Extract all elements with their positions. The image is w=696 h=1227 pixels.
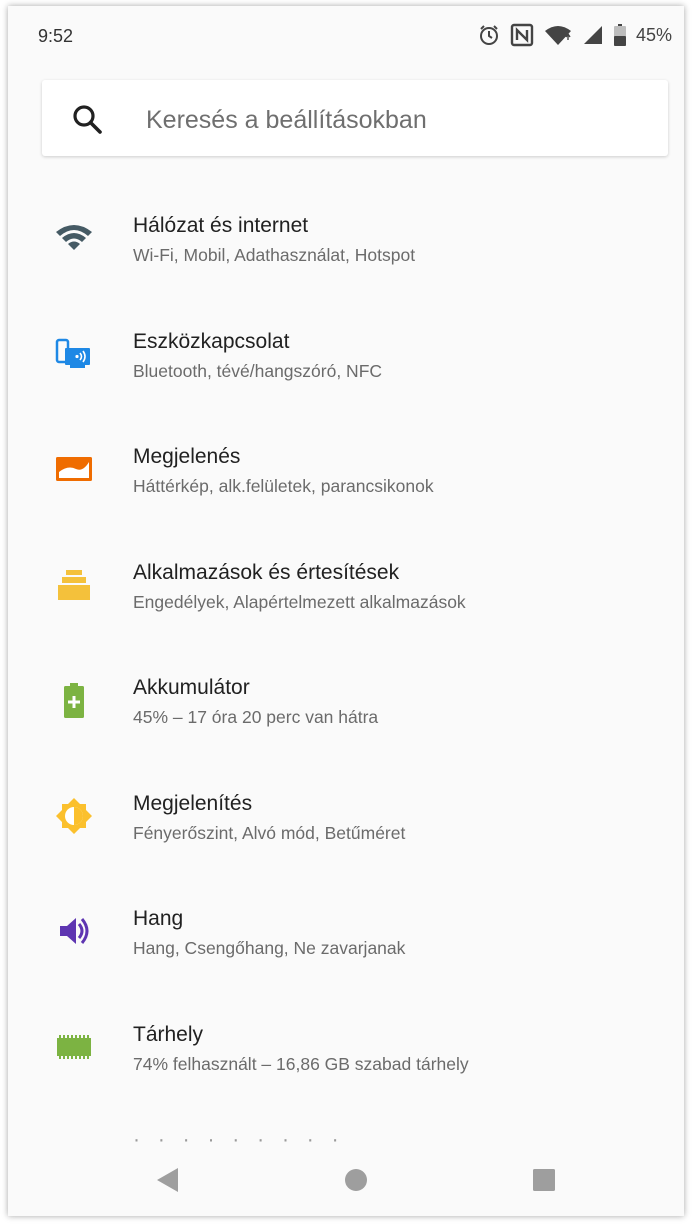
settings-item-apps[interactable]: Alkalmazások és értesítések Engedélyek, … [8,525,684,641]
back-icon[interactable] [154,1166,180,1194]
settings-item-sound[interactable]: Hang Hang, Csengőhang, Ne zavarjanak [8,871,684,987]
settings-item-title: Megjelenítés [133,791,253,815]
battery-icon [54,680,94,720]
settings-list: Hálózat és internet Wi-Fi, Mobil, Adatha… [8,178,684,1102]
battery-percent: 45% [635,24,672,45]
search-icon[interactable] [72,104,102,134]
alarm-icon [478,24,500,46]
apps-icon [54,565,94,605]
settings-item-summary: Háttérkép, alk.felületek, parancsikonok [133,476,434,496]
settings-item-display[interactable]: Megjelenítés Fényerőszint, Alvó mód, Bet… [8,756,684,872]
settings-item-summary: Fényerőszint, Alvó mód, Betűméret [133,822,406,843]
settings-item-summary: Wi-Fi, Mobil, Adathasználat, Hotspot [133,245,416,265]
wallpaper-icon [54,449,94,489]
status-bar: 9:52 45% [8,6,684,66]
volume-icon [54,911,94,951]
settings-item-connected-devices[interactable]: Eszközkapcsolat Bluetooth, tévé/hangszór… [8,294,684,410]
settings-item-storage[interactable]: Tárhely 74% felhasznált – 16,86 GB szaba… [8,987,684,1103]
storage-icon [54,1027,94,1067]
search-bar[interactable]: Keresés a beállításokban [42,80,668,156]
settings-item-title: Megjelenés [133,445,241,468]
settings-screen: 9:52 45% Keresés a beállításokban Hálóza… [8,6,684,1216]
connected-devices-icon [54,334,94,374]
settings-item-title: Tárhely [133,1022,204,1046]
search-placeholder[interactable]: Keresés a beállításokban [146,106,427,135]
settings-item-title: Alkalmazások és értesítések [133,560,400,584]
signal-icon [582,24,604,46]
brightness-icon [54,796,94,836]
settings-item-title: Eszközkapcsolat [133,329,290,353]
status-time: 9:52 [38,26,74,46]
battery-icon [613,24,626,46]
settings-item-summary: Bluetooth, tévé/hangszóró, NFC [133,360,383,381]
settings-item-summary: Engedélyek, Alapértelmezett alkalmazások [133,591,466,612]
settings-item-summary: Hang, Csengőhang, Ne zavarjanak [133,938,406,958]
nfc-icon [510,23,534,47]
settings-item-title: Akkumulátor [133,676,250,699]
home-icon[interactable] [344,1168,368,1192]
recents-icon[interactable] [532,1168,556,1192]
status-icons: 45% [478,22,672,48]
settings-item-battery[interactable]: Akkumulátor 45% – 17 óra 20 perc van hát… [8,640,684,756]
settings-item-title: Hang [133,907,184,930]
wifi-icon [544,24,572,46]
settings-item-appearance[interactable]: Megjelenés Háttérkép, alk.felületek, par… [8,409,684,525]
navigation-bar [8,1142,684,1216]
settings-item-summary: 45% – 17 óra 20 perc van hátra [133,707,379,727]
settings-item-summary: 74% felhasznált – 16,86 GB szabad tárhel… [133,1053,469,1074]
settings-item-network[interactable]: Hálózat és internet Wi-Fi, Mobil, Adatha… [8,178,684,294]
wifi-icon [54,218,94,258]
settings-item-title: Hálózat és internet [133,214,309,237]
